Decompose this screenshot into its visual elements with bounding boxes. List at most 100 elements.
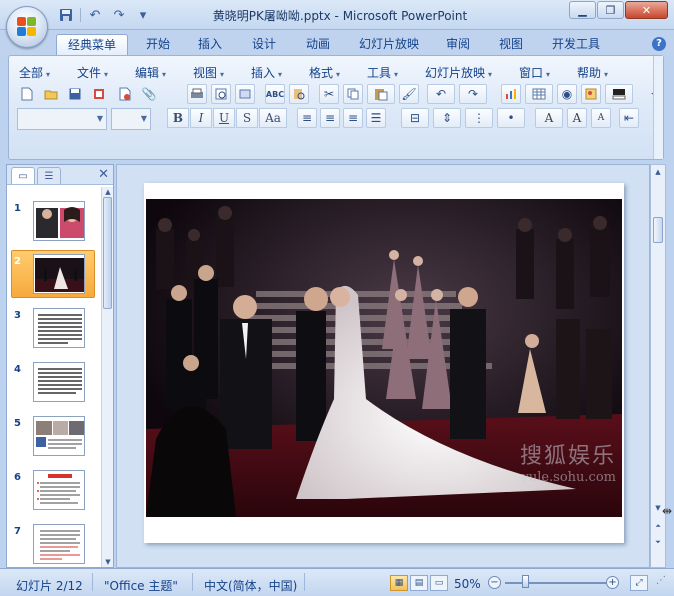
- restore-button[interactable]: ❐: [597, 1, 624, 19]
- underline-button[interactable]: U: [213, 108, 235, 128]
- font-color-icon[interactable]: A: [535, 108, 563, 128]
- bullet-list-icon[interactable]: •: [497, 108, 525, 128]
- cut-icon[interactable]: ✂: [319, 84, 339, 104]
- bold-button[interactable]: B: [167, 108, 189, 128]
- slide-thumbnail[interactable]: 1: [7, 197, 101, 245]
- language-indicator[interactable]: 中文(简体，中国): [204, 577, 297, 594]
- slide-sorter-view-icon[interactable]: ▤: [410, 575, 428, 591]
- help-icon[interactable]: ?: [652, 37, 666, 51]
- color-scheme-icon[interactable]: [605, 84, 633, 104]
- zoom-slider-track[interactable]: [505, 582, 607, 584]
- font-size-combo[interactable]: ▼: [111, 108, 151, 130]
- change-case-button[interactable]: Aa: [259, 108, 287, 128]
- attach-icon[interactable]: 📎: [139, 84, 159, 104]
- decrease-indent-icon[interactable]: ⇤: [619, 108, 639, 128]
- scrollbar-thumb[interactable]: [653, 217, 663, 243]
- menu-view[interactable]: 视图 ▾: [193, 64, 224, 81]
- justify-icon[interactable]: ☰: [366, 108, 386, 128]
- text-direction-icon[interactable]: ⊟: [401, 108, 429, 128]
- slideshow-view-icon[interactable]: ▭: [430, 575, 448, 591]
- redo-icon[interactable]: ↷: [459, 84, 487, 104]
- grow-font-icon[interactable]: A: [567, 108, 587, 128]
- ribbon-scrollbar[interactable]: [653, 56, 663, 159]
- slides-tab-icon[interactable]: ▭: [11, 167, 35, 184]
- scroll-up-arrow-icon[interactable]: ▲: [652, 167, 664, 177]
- wedding-photo[interactable]: 搜狐娱乐 yule.sohu.com: [146, 199, 622, 517]
- numbered-list-icon[interactable]: ⋮: [465, 108, 493, 128]
- open-folder-icon[interactable]: [41, 84, 61, 104]
- scrollbar-thumb[interactable]: [103, 197, 112, 309]
- tab-home[interactable]: 开始: [138, 34, 178, 56]
- slide-thumbnail[interactable]: 4: [7, 358, 101, 406]
- fullscreen-icon[interactable]: [235, 84, 255, 104]
- new-file-icon[interactable]: [17, 84, 37, 104]
- permission-icon[interactable]: [89, 84, 109, 104]
- slide-thumbnail[interactable]: 3: [7, 304, 101, 352]
- paste-icon[interactable]: [367, 84, 395, 104]
- zoom-level[interactable]: 50%: [454, 577, 481, 591]
- insert-table-icon[interactable]: [525, 84, 553, 104]
- tab-classic-menu[interactable]: 经典菜单: [56, 34, 128, 56]
- save-icon[interactable]: [65, 84, 85, 104]
- slide-thumbnail[interactable]: 5: [7, 412, 101, 460]
- minimize-button[interactable]: ▁: [569, 1, 596, 19]
- menu-file[interactable]: 文件 ▾: [77, 64, 108, 81]
- save-icon[interactable]: [56, 6, 76, 24]
- insert-clipart-icon[interactable]: ◉: [557, 84, 577, 104]
- spelling-icon[interactable]: ABC: [265, 84, 285, 104]
- previous-slide-icon[interactable]: ⏶: [652, 521, 664, 531]
- tab-slideshow[interactable]: 幻灯片放映: [354, 34, 424, 56]
- font-name-combo[interactable]: ▼: [17, 108, 107, 130]
- scroll-up-arrow-icon[interactable]: ▲: [102, 187, 114, 197]
- copy-icon[interactable]: [343, 84, 363, 104]
- shrink-font-icon[interactable]: A: [591, 108, 611, 128]
- menu-tools[interactable]: 工具 ▾: [367, 64, 398, 81]
- slides-panel-scrollbar[interactable]: ▲ ▼: [101, 187, 113, 567]
- align-right-icon[interactable]: ≡: [343, 108, 363, 128]
- tab-view[interactable]: 视图: [491, 34, 531, 56]
- menu-window[interactable]: 窗口 ▾: [519, 64, 550, 81]
- scroll-down-arrow-icon[interactable]: ▼: [102, 557, 114, 567]
- preview-icon[interactable]: [211, 84, 231, 104]
- current-slide[interactable]: 搜狐娱乐 yule.sohu.com: [144, 183, 624, 543]
- line-spacing-icon[interactable]: ⇕: [433, 108, 461, 128]
- undo-icon[interactable]: ↶: [427, 84, 455, 104]
- fit-to-window-icon[interactable]: ⤢: [630, 575, 648, 591]
- next-slide-icon[interactable]: ⏷: [652, 537, 664, 547]
- print-preview-icon[interactable]: [115, 84, 135, 104]
- menu-insert[interactable]: 插入 ▾: [251, 64, 282, 81]
- menu-all[interactable]: 全部 ▾: [19, 64, 50, 81]
- print-icon[interactable]: [187, 84, 207, 104]
- slide-thumbnail-selected[interactable]: 2: [7, 250, 101, 298]
- zoom-slider-thumb[interactable]: [522, 575, 529, 588]
- menu-slideshow[interactable]: 幻灯片放映 ▾: [425, 64, 492, 81]
- format-painter-icon[interactable]: 🖌: [399, 84, 419, 104]
- tab-animations[interactable]: 动画: [298, 34, 338, 56]
- insert-chart-icon[interactable]: [501, 84, 521, 104]
- slide-thumbnail[interactable]: 7: [7, 520, 101, 567]
- menu-format[interactable]: 格式 ▾: [309, 64, 340, 81]
- resize-grip-icon[interactable]: ⋰: [656, 575, 666, 586]
- tab-insert[interactable]: 插入: [190, 34, 230, 56]
- tab-developer[interactable]: 开发工具: [546, 34, 606, 56]
- undo-icon[interactable]: ↶: [85, 6, 105, 24]
- outline-tab-icon[interactable]: ☰: [37, 167, 61, 184]
- research-icon[interactable]: [289, 84, 309, 104]
- menu-edit[interactable]: 编辑 ▾: [135, 64, 166, 81]
- redo-icon[interactable]: ↷: [109, 6, 129, 24]
- menu-help[interactable]: 帮助 ▾: [577, 64, 608, 81]
- slide-thumbnail[interactable]: 6: [7, 466, 101, 514]
- align-left-icon[interactable]: ≡: [297, 108, 317, 128]
- zoom-in-button[interactable]: +: [606, 576, 619, 589]
- shadow-button[interactable]: S: [236, 108, 258, 128]
- office-button[interactable]: [6, 6, 48, 48]
- normal-view-icon[interactable]: ▦: [390, 575, 408, 591]
- zoom-out-button[interactable]: −: [488, 576, 501, 589]
- italic-button[interactable]: I: [190, 108, 212, 128]
- insert-picture-icon[interactable]: [581, 84, 601, 104]
- align-center-icon[interactable]: ≡: [320, 108, 340, 128]
- tab-design[interactable]: 设计: [244, 34, 284, 56]
- close-button[interactable]: ✕: [625, 1, 668, 19]
- tab-review[interactable]: 审阅: [438, 34, 478, 56]
- theme-name[interactable]: "Office 主题": [104, 577, 178, 594]
